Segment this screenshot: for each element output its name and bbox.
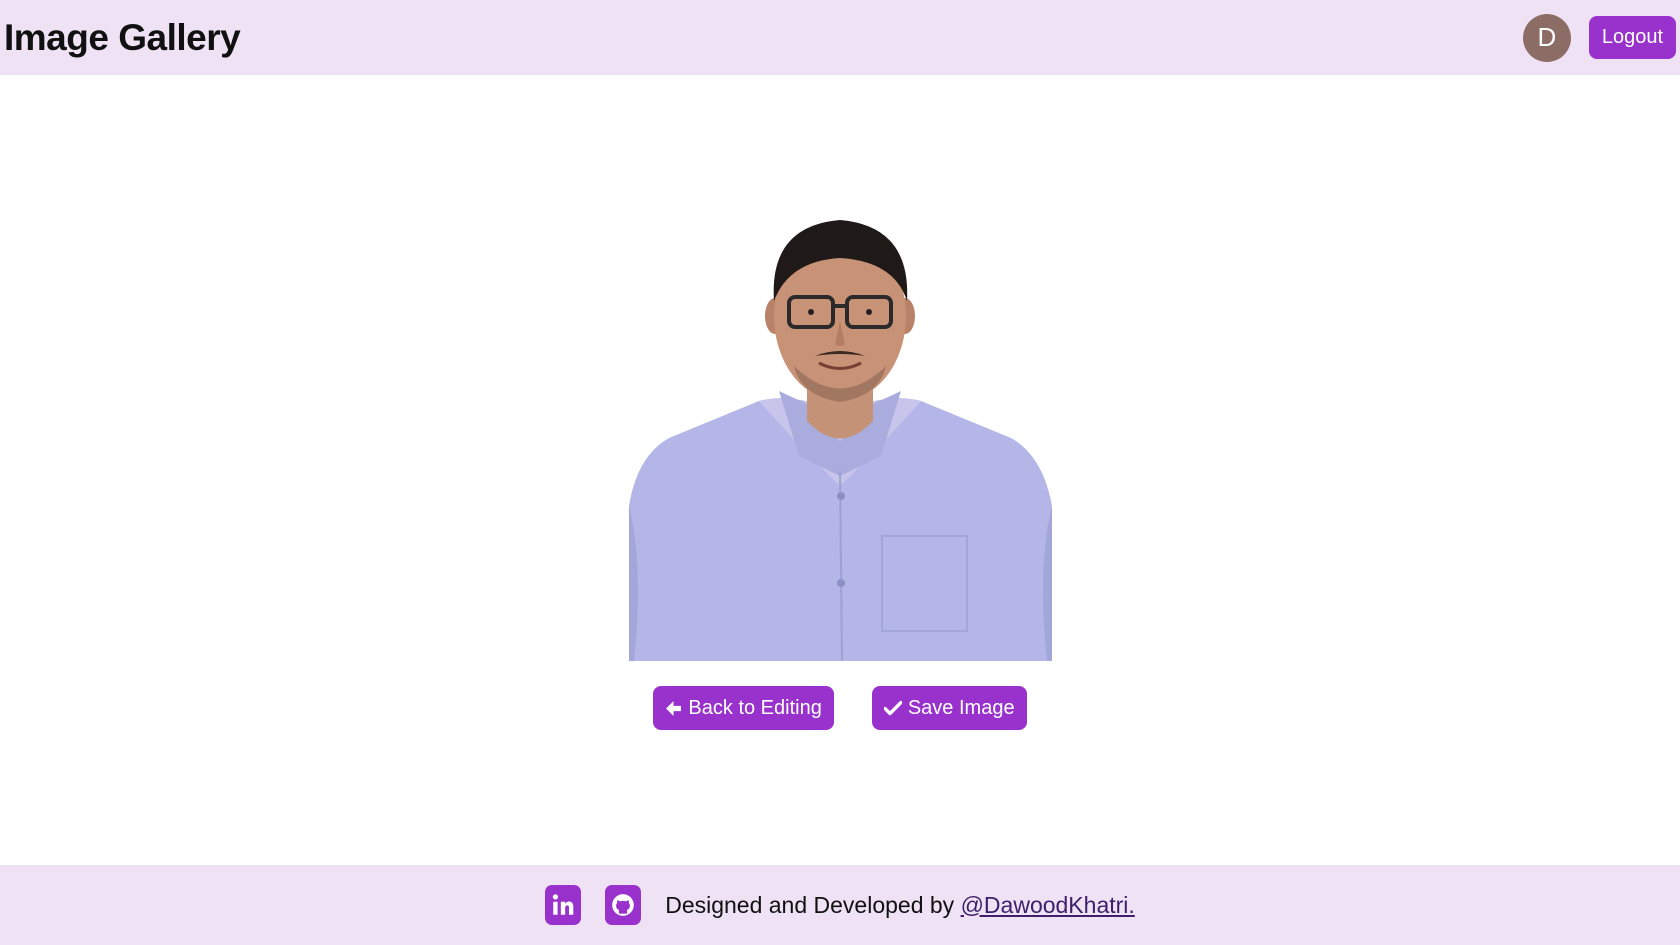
save-button-label: Save Image (907, 696, 1015, 719)
preview-area: Back to Editing Save Image (0, 75, 1680, 865)
portrait-illustration (628, 220, 1052, 661)
save-image-button[interactable]: Save Image (871, 686, 1027, 730)
header-actions: D Logout (1522, 13, 1676, 62)
back-button-label: Back to Editing (688, 696, 822, 719)
back-to-editing-button[interactable]: Back to Editing (653, 686, 834, 730)
user-avatar[interactable]: D (1522, 13, 1571, 62)
app-title: Image Gallery (4, 16, 241, 58)
footer: Designed and Developed by @DawoodKhatri. (0, 865, 1680, 945)
linkedin-link[interactable] (545, 885, 582, 925)
top-navbar: Image Gallery D Logout (0, 0, 1680, 75)
arrow-left-icon (666, 700, 682, 716)
preview-actions: Back to Editing Save Image (653, 686, 1027, 730)
credit-text: Designed and Developed by (665, 891, 961, 918)
github-icon (612, 894, 635, 916)
footer-credit: Designed and Developed by @DawoodKhatri. (665, 892, 1135, 919)
check-icon (883, 700, 902, 716)
preview-image (628, 206, 1052, 661)
logout-button[interactable]: Logout (1588, 16, 1676, 59)
linkedin-icon (553, 894, 574, 915)
author-link[interactable]: @DawoodKhatri. (961, 892, 1135, 918)
github-link[interactable] (605, 885, 642, 925)
